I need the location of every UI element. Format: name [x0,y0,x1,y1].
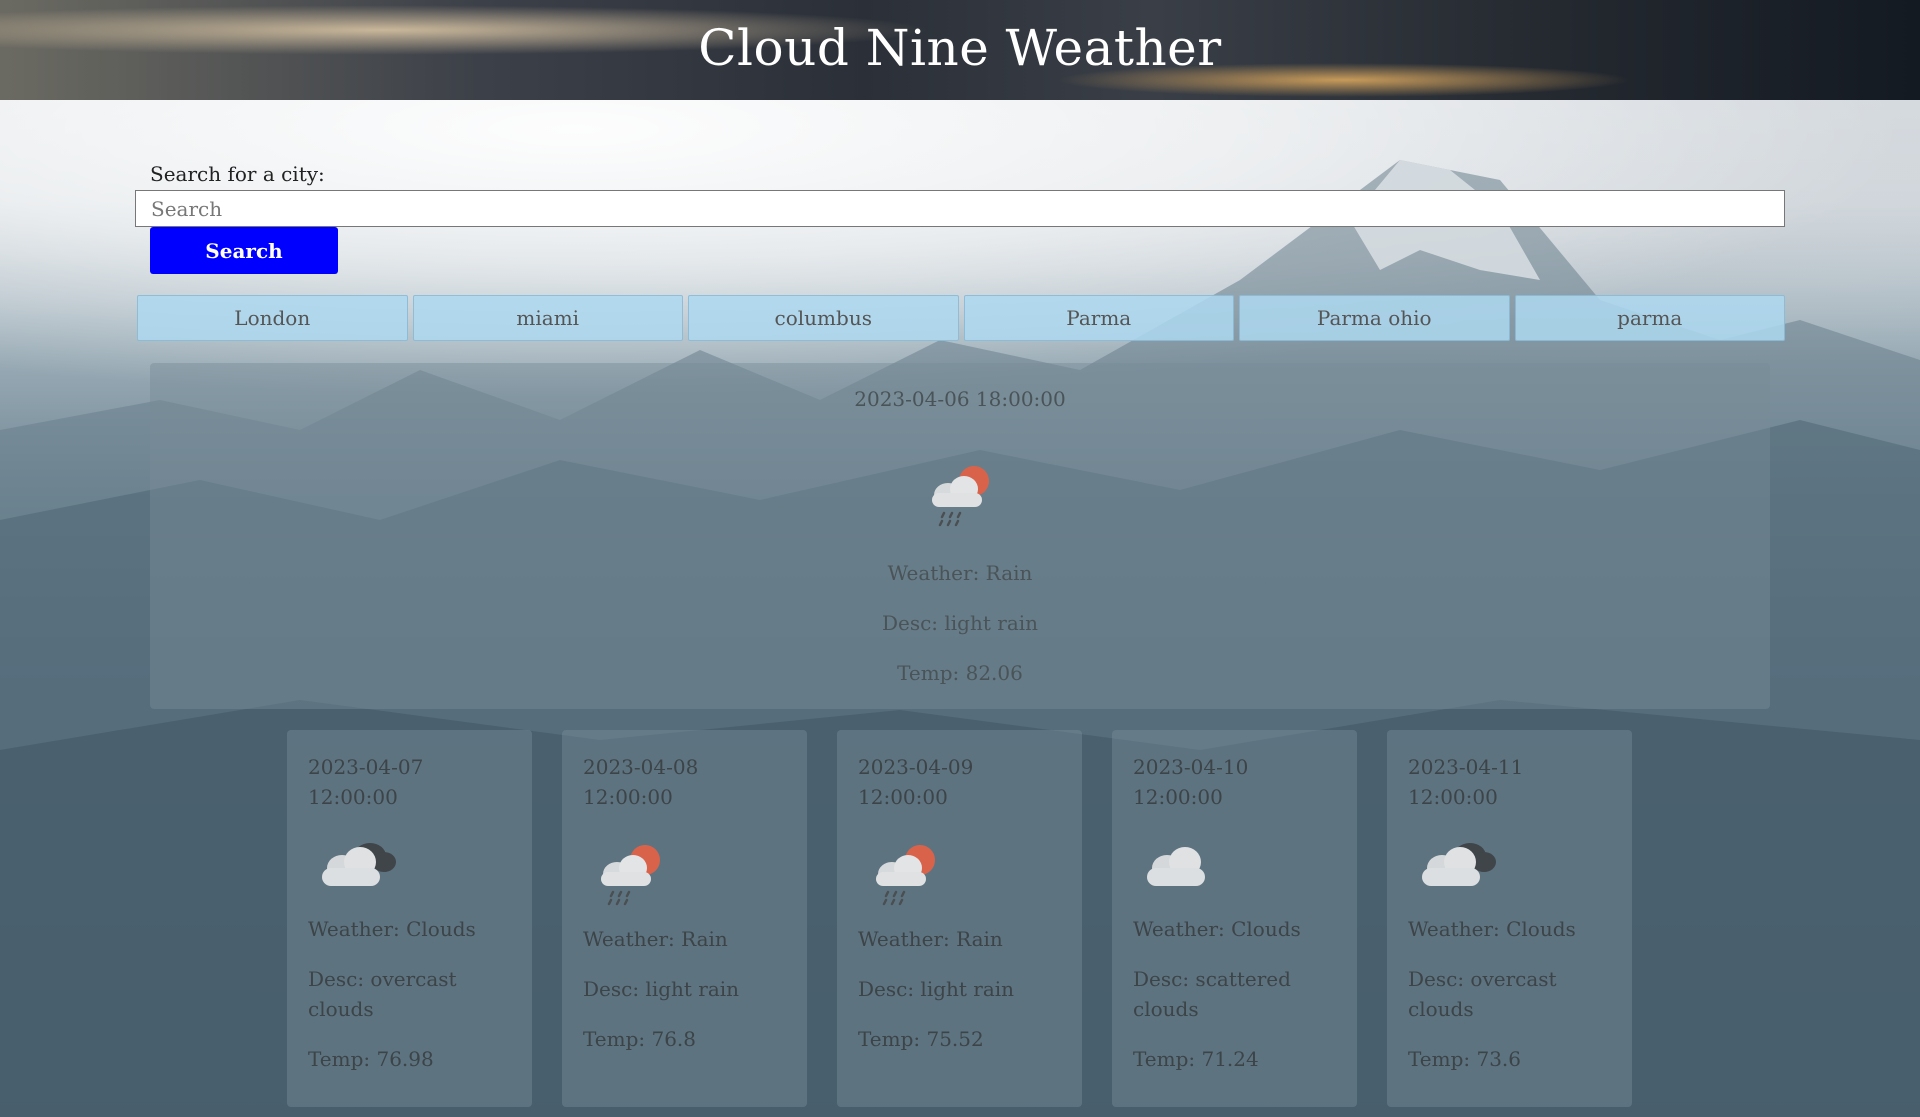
current-weather-card: 2023-04-06 18:00:00 Weather: Rain Desc: … [150,363,1770,709]
overcast-clouds-icon [1422,843,1496,886]
history-button-miami[interactable]: miami [412,295,683,341]
forecast-weather: Weather: Rain [858,927,1003,951]
forecast-date: 2023-04-09 12:00:00 [858,755,974,809]
current-temperature: Temp: 82.06 [897,661,1023,685]
rain-sun-icon [932,466,989,527]
forecast-weather: Weather: Clouds [1133,917,1301,941]
rain-sun-icon [876,845,935,906]
forecast-list: 2023-04-07 12:00:00 Weather: Clouds Desc… [287,730,1633,1107]
forecast-description: Desc: scattered clouds [1133,967,1291,1021]
forecast-description: Desc: light rain [858,977,1015,1001]
forecast-temperature: Temp: 75.52 [858,1027,984,1051]
forecast-card: 2023-04-08 12:00:00 Weather: Rain Desc: … [562,730,807,1107]
history-button-parma-lower[interactable]: parma [1514,295,1785,341]
forecast-weather: Weather: Rain [583,927,728,951]
rain-sun-icon [601,845,660,906]
forecast-date: 2023-04-08 12:00:00 [583,755,699,809]
forecast-temperature: Temp: 71.24 [1133,1047,1259,1071]
cloud-icon [1147,847,1205,886]
current-weather: Weather: Rain [887,561,1033,585]
search-history: London miami columbus Parma Parma ohio p… [137,295,1785,341]
forecast-temperature: Temp: 76.8 [583,1027,697,1051]
forecast-description: Desc: overcast clouds [1408,967,1557,1021]
history-button-parma[interactable]: Parma [963,295,1234,341]
forecast-card: 2023-04-07 12:00:00 Weather: Clouds Desc… [287,730,532,1107]
search-input[interactable] [135,190,1785,227]
history-button-london[interactable]: London [137,295,408,341]
overcast-clouds-icon [322,843,396,886]
forecast-weather: Weather: Clouds [308,917,476,941]
forecast-date: 2023-04-11 12:00:00 [1408,755,1524,809]
history-button-parma-ohio[interactable]: Parma ohio [1239,295,1510,341]
current-date: 2023-04-06 18:00:00 [854,387,1066,411]
app-title: Cloud Nine Weather [698,19,1222,77]
forecast-temperature: Temp: 76.98 [308,1047,434,1071]
history-button-columbus[interactable]: columbus [688,295,959,341]
forecast-temperature: Temp: 73.6 [1408,1047,1522,1071]
app-header: Cloud Nine Weather [0,0,1920,100]
forecast-card: 2023-04-10 12:00:00 Weather: Clouds Desc… [1112,730,1357,1107]
search-button[interactable]: Search [150,227,338,274]
forecast-description: Desc: light rain [583,977,740,1001]
forecast-date: 2023-04-10 12:00:00 [1133,755,1249,809]
forecast-description: Desc: overcast clouds [308,967,457,1021]
forecast-date: 2023-04-07 12:00:00 [308,755,424,809]
search-label: Search for a city: [150,162,325,186]
forecast-weather: Weather: Clouds [1408,917,1576,941]
current-description: Desc: light rain [881,611,1039,635]
forecast-card: 2023-04-11 12:00:00 Weather: Clouds Desc… [1387,730,1632,1107]
forecast-card: 2023-04-09 12:00:00 Weather: Rain Desc: … [837,730,1082,1107]
